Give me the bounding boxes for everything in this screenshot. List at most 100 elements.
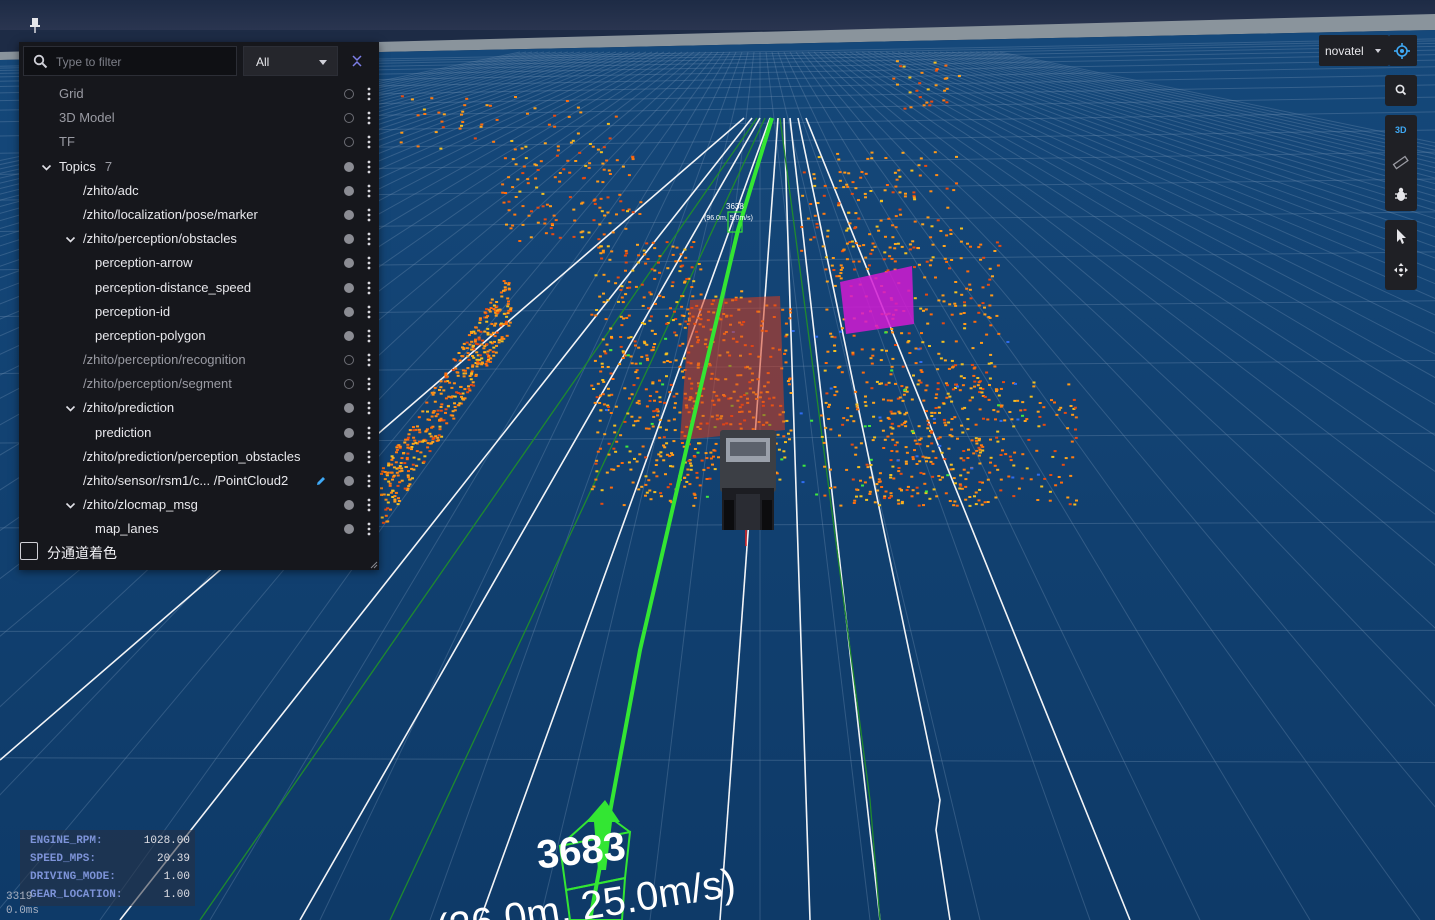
visibility-toggle[interactable] — [344, 330, 354, 341]
search-scene-button[interactable] — [1385, 75, 1417, 106]
visibility-toggle[interactable] — [344, 185, 354, 196]
tree-row-text: /zhito/prediction — [83, 400, 175, 416]
more-options-icon[interactable] — [366, 305, 372, 319]
follow-button[interactable] — [1389, 35, 1417, 66]
tree-row[interactable]: prediction — [19, 421, 379, 445]
collapse-all-icon[interactable] — [349, 53, 365, 69]
visibility-toggle[interactable] — [344, 234, 354, 245]
visibility-toggle[interactable] — [344, 500, 354, 511]
search-icon — [33, 54, 48, 69]
tree-row-label: prediction — [95, 421, 151, 445]
visibility-toggle[interactable] — [344, 524, 354, 535]
more-options-icon[interactable] — [366, 87, 372, 101]
far-obstacle-info: (96.0m, 5.0m/s) — [704, 215, 753, 222]
tree-row[interactable]: /zhito/adc — [19, 179, 379, 203]
debug-button[interactable] — [1385, 179, 1417, 211]
tree-row-label: map_lanes — [95, 517, 159, 541]
tree-row-text: /zhito/zlocmap_msg — [83, 497, 198, 513]
tree-row[interactable]: /zhito/prediction — [19, 396, 379, 420]
select-tool-button[interactable] — [1385, 220, 1417, 253]
more-options-icon[interactable] — [366, 184, 372, 198]
tree-row[interactable]: perception-arrow — [19, 251, 379, 275]
tree-row-label: perception-polygon — [95, 324, 206, 348]
more-options-icon[interactable] — [366, 377, 372, 391]
resize-handle-icon[interactable] — [370, 561, 378, 569]
more-options-icon[interactable] — [366, 281, 372, 295]
more-options-icon[interactable] — [366, 256, 372, 270]
tree-row[interactable]: 3D Model — [19, 106, 379, 130]
more-options-icon[interactable] — [366, 111, 372, 125]
chevron-down-icon[interactable] — [65, 403, 76, 414]
tree-row-text: perception-id — [95, 303, 171, 319]
tree-row-label: /zhito/adc — [83, 179, 139, 203]
visibility-toggle[interactable] — [344, 403, 354, 414]
more-options-icon[interactable] — [366, 498, 372, 512]
cursor-icon — [1397, 229, 1406, 244]
visibility-toggle[interactable] — [344, 161, 354, 172]
tree-row[interactable]: /zhito/perception/segment — [19, 372, 379, 396]
measure-button[interactable] — [1385, 147, 1417, 179]
visibility-toggle[interactable] — [344, 451, 354, 462]
tree-row-label: /zhito/prediction/perception_obstacles — [83, 445, 301, 469]
more-options-icon[interactable] — [366, 401, 372, 415]
tree-row[interactable]: /zhito/zlocmap_msg — [19, 493, 379, 517]
more-options-icon[interactable] — [366, 450, 372, 464]
more-options-icon[interactable] — [366, 474, 372, 488]
search-input[interactable] — [54, 49, 236, 75]
visibility-toggle[interactable] — [344, 355, 354, 366]
filter-row: All — [19, 42, 379, 80]
chevron-down-icon[interactable] — [65, 500, 76, 511]
channel-color-checkbox[interactable] — [20, 542, 38, 560]
stat-value: 1.00 — [163, 871, 190, 883]
tree-row[interactable]: /zhito/prediction/perception_obstacles — [19, 445, 379, 469]
tree-row[interactable]: /zhito/sensor/rsm1/c... /PointCloud2 — [19, 469, 379, 493]
pin-icon[interactable] — [27, 16, 43, 34]
visibility-toggle[interactable] — [344, 209, 354, 220]
more-options-icon[interactable] — [366, 522, 372, 536]
move-icon — [1394, 263, 1408, 277]
more-options-icon[interactable] — [366, 353, 372, 367]
filter-select[interactable]: All — [243, 46, 338, 76]
tree-row[interactable]: /zhito/perception/recognition — [19, 348, 379, 372]
tree-row-label: /zhito/perception/segment — [83, 372, 232, 396]
visibility-toggle[interactable] — [344, 282, 354, 293]
tree-row[interactable]: perception-id — [19, 300, 379, 324]
tree-row[interactable]: TF — [19, 130, 379, 154]
pencil-icon[interactable] — [315, 475, 327, 487]
more-options-icon[interactable] — [366, 208, 372, 222]
tree-row[interactable]: /zhito/localization/pose/marker — [19, 203, 379, 227]
stat-key: ENGINE_RPM: — [30, 835, 103, 847]
visibility-toggle[interactable] — [344, 306, 354, 317]
tree-row[interactable]: Topics 7 — [19, 155, 379, 179]
tree-row-text: perception-distance_speed — [95, 279, 252, 295]
tree-row[interactable]: perception-distance_speed — [19, 276, 379, 300]
stat-key: SPEED_MPS: — [30, 853, 97, 865]
chevron-down-icon[interactable] — [65, 234, 76, 245]
frame-select[interactable]: novatel — [1319, 35, 1389, 66]
tree-row[interactable]: /zhito/perception/obstacles — [19, 227, 379, 251]
more-options-icon[interactable] — [366, 160, 372, 174]
pan-tool-button[interactable] — [1385, 253, 1417, 286]
view-mode-toggle[interactable]: 3D — [1385, 115, 1417, 147]
search-box[interactable] — [23, 46, 237, 76]
visibility-toggle[interactable] — [344, 427, 354, 438]
tree-row[interactable]: Grid — [19, 82, 379, 106]
visibility-toggle[interactable] — [344, 258, 354, 269]
channel-color-label: 分通道着色 — [47, 545, 117, 561]
tree-row[interactable]: map_lanes — [19, 517, 379, 541]
chevron-down-icon[interactable] — [41, 162, 52, 173]
tree-row-text: /zhito/perception/obstacles — [83, 231, 237, 247]
visibility-toggle[interactable] — [344, 379, 354, 390]
more-options-icon[interactable] — [366, 426, 372, 440]
stat-row: ENGINE_RPM: 1028.00 — [30, 835, 190, 853]
visibility-toggle[interactable] — [344, 113, 354, 124]
more-options-icon[interactable] — [366, 329, 372, 343]
visibility-toggle[interactable] — [344, 476, 354, 486]
search-icon — [1395, 84, 1407, 96]
visibility-toggle[interactable] — [344, 89, 354, 99]
tree-row[interactable]: perception-polygon — [19, 324, 379, 348]
more-options-icon[interactable] — [366, 232, 372, 246]
visibility-toggle[interactable] — [344, 137, 354, 148]
more-options-icon[interactable] — [366, 135, 372, 149]
bug-icon — [1395, 187, 1407, 201]
